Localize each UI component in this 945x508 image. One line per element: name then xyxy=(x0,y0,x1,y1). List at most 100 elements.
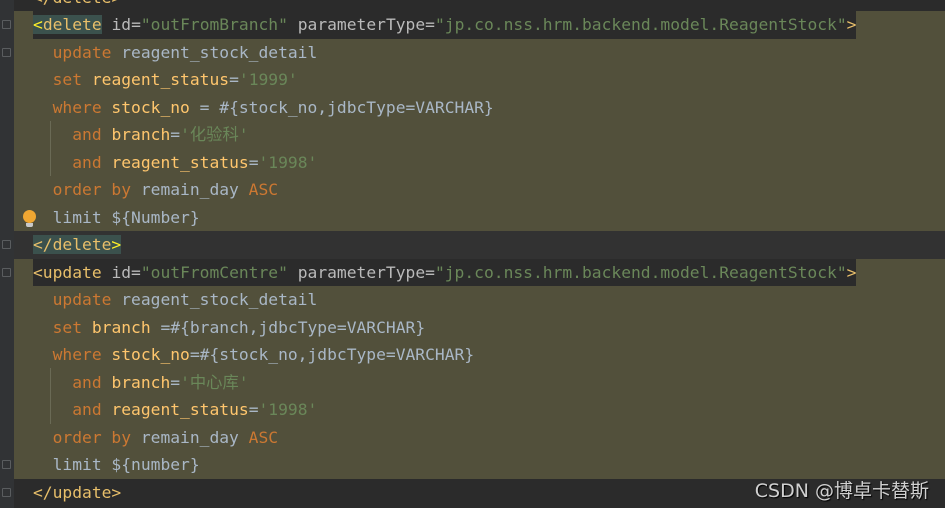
code-token: > xyxy=(111,235,122,254)
watermark: CSDN @博卓卡替斯 xyxy=(754,480,929,502)
code-token: where xyxy=(52,97,102,117)
code-line-text: set branch =#{branch,jdbcType=VARCHAR} xyxy=(33,314,426,342)
code-token: = xyxy=(425,15,435,34)
fold-marker-icon[interactable] xyxy=(2,488,11,497)
code-token: stock_no xyxy=(101,97,190,117)
code-token: limit xyxy=(52,207,102,227)
code-token: branch xyxy=(82,317,151,337)
code-token: = xyxy=(425,262,435,282)
code-line[interactable]: and branch='中心库' xyxy=(14,368,945,396)
code-line-text: </delete> xyxy=(33,231,122,259)
code-token: </update> xyxy=(33,482,122,502)
code-token: ASC xyxy=(248,427,279,447)
code-line[interactable]: </delete> xyxy=(14,0,945,11)
code-token: = xyxy=(131,15,141,34)
code-line-text: order by remain_day ASC xyxy=(33,176,278,204)
code-line[interactable]: update reagent_stock_detail xyxy=(14,286,945,314)
code-token: set xyxy=(52,70,83,89)
code-line[interactable]: limit ${number} xyxy=(14,451,945,479)
code-token: < xyxy=(33,15,43,34)
code-line-text: where stock_no = #{stock_no,jdbcType=VAR… xyxy=(33,94,494,122)
editor-gutter xyxy=(0,0,14,508)
code-line-text: limit ${number} xyxy=(33,451,200,479)
code-token: > xyxy=(846,262,857,282)
code-token: and xyxy=(72,400,102,419)
code-token: '1998' xyxy=(258,400,318,419)
code-token: stock_no xyxy=(101,345,190,364)
code-token: =#{stock_no,jdbcType=VARCHAR} xyxy=(189,345,475,364)
code-line[interactable]: <update id="outFromCentre" parameterType… xyxy=(14,258,945,286)
code-token: id xyxy=(111,262,132,282)
code-line-text: update reagent_stock_detail xyxy=(33,286,318,314)
code-token: =#{branch,jdbcType=VARCHAR} xyxy=(150,317,426,337)
indent-guide xyxy=(50,368,51,424)
code-line-text: limit ${Number} xyxy=(33,204,200,232)
code-line-text: order by remain_day ASC xyxy=(33,424,278,452)
code-line[interactable]: where stock_no = #{stock_no,jdbcType=VAR… xyxy=(14,93,945,122)
code-line-text: <delete id="outFromBranch" parameterType… xyxy=(33,11,857,39)
code-line-text: </delete> xyxy=(33,0,121,11)
code-token: "jp.co.nss.hrm.backend.model.ReagentStoc… xyxy=(434,262,847,282)
code-line-text: set reagent_status='1999' xyxy=(33,66,298,94)
code-line[interactable]: and reagent_status='1998' xyxy=(14,396,945,424)
code-token: '1999' xyxy=(238,70,298,89)
code-token: update xyxy=(52,290,112,309)
code-token: and xyxy=(72,372,102,392)
code-token: = #{stock_no,jdbcType=VARCHAR} xyxy=(189,97,494,117)
code-token: </delete> xyxy=(33,0,121,7)
code-line[interactable]: set branch =#{branch,jdbcType=VARCHAR} xyxy=(14,313,945,342)
code-token: '中心库' xyxy=(180,372,249,392)
code-token: order by xyxy=(52,427,132,447)
code-token: '1998' xyxy=(258,152,318,172)
code-token: where xyxy=(52,345,102,364)
code-line[interactable]: </delete> xyxy=(14,231,945,259)
code-token: reagent_status xyxy=(101,400,249,419)
code-line-text: and reagent_status='1998' xyxy=(33,396,317,424)
fold-marker-icon[interactable] xyxy=(2,460,11,469)
code-line[interactable]: order by remain_day ASC xyxy=(14,423,945,452)
code-line[interactable]: and reagent_status='1998' xyxy=(14,148,945,177)
code-line[interactable]: limit ${Number} xyxy=(14,203,945,232)
code-token: delete xyxy=(42,15,102,34)
lightbulb-icon[interactable] xyxy=(23,210,36,227)
fold-marker-icon[interactable] xyxy=(2,48,11,57)
fold-marker-icon[interactable] xyxy=(2,268,11,277)
code-line[interactable]: <delete id="outFromBranch" parameterType… xyxy=(14,11,945,39)
code-token: ${number} xyxy=(101,455,200,474)
code-token: order by xyxy=(52,180,132,199)
code-line-text: </update> xyxy=(33,479,121,507)
code-token: and xyxy=(72,125,102,144)
code-line[interactable]: update reagent_stock_detail xyxy=(14,38,945,67)
code-token: remain_day xyxy=(131,180,249,199)
code-line[interactable]: order by remain_day ASC xyxy=(14,176,945,204)
code-token: = xyxy=(229,70,239,89)
code-token: = xyxy=(248,152,259,172)
code-token: reagent_stock_detail xyxy=(111,290,318,309)
code-line-text: and reagent_status='1998' xyxy=(33,149,317,177)
code-line[interactable]: where stock_no=#{stock_no,jdbcType=VARCH… xyxy=(14,341,945,369)
fold-marker-icon[interactable] xyxy=(2,20,11,29)
code-token: reagent_status xyxy=(82,70,230,89)
code-token: "outFromBranch" xyxy=(140,15,288,34)
code-line[interactable]: and branch='化验科' xyxy=(14,121,945,149)
fold-marker-icon[interactable] xyxy=(2,240,11,249)
code-line-text: update reagent_stock_detail xyxy=(33,39,318,67)
code-token: branch xyxy=(101,125,171,144)
code-line[interactable]: set reagent_status='1999' xyxy=(14,66,945,94)
code-token: update xyxy=(52,42,112,62)
code-token: reagent_stock_detail xyxy=(111,42,318,62)
code-token: = xyxy=(248,400,259,419)
code-token: id xyxy=(111,15,132,34)
code-token: > xyxy=(846,15,857,34)
code-token: reagent_status xyxy=(101,152,249,172)
